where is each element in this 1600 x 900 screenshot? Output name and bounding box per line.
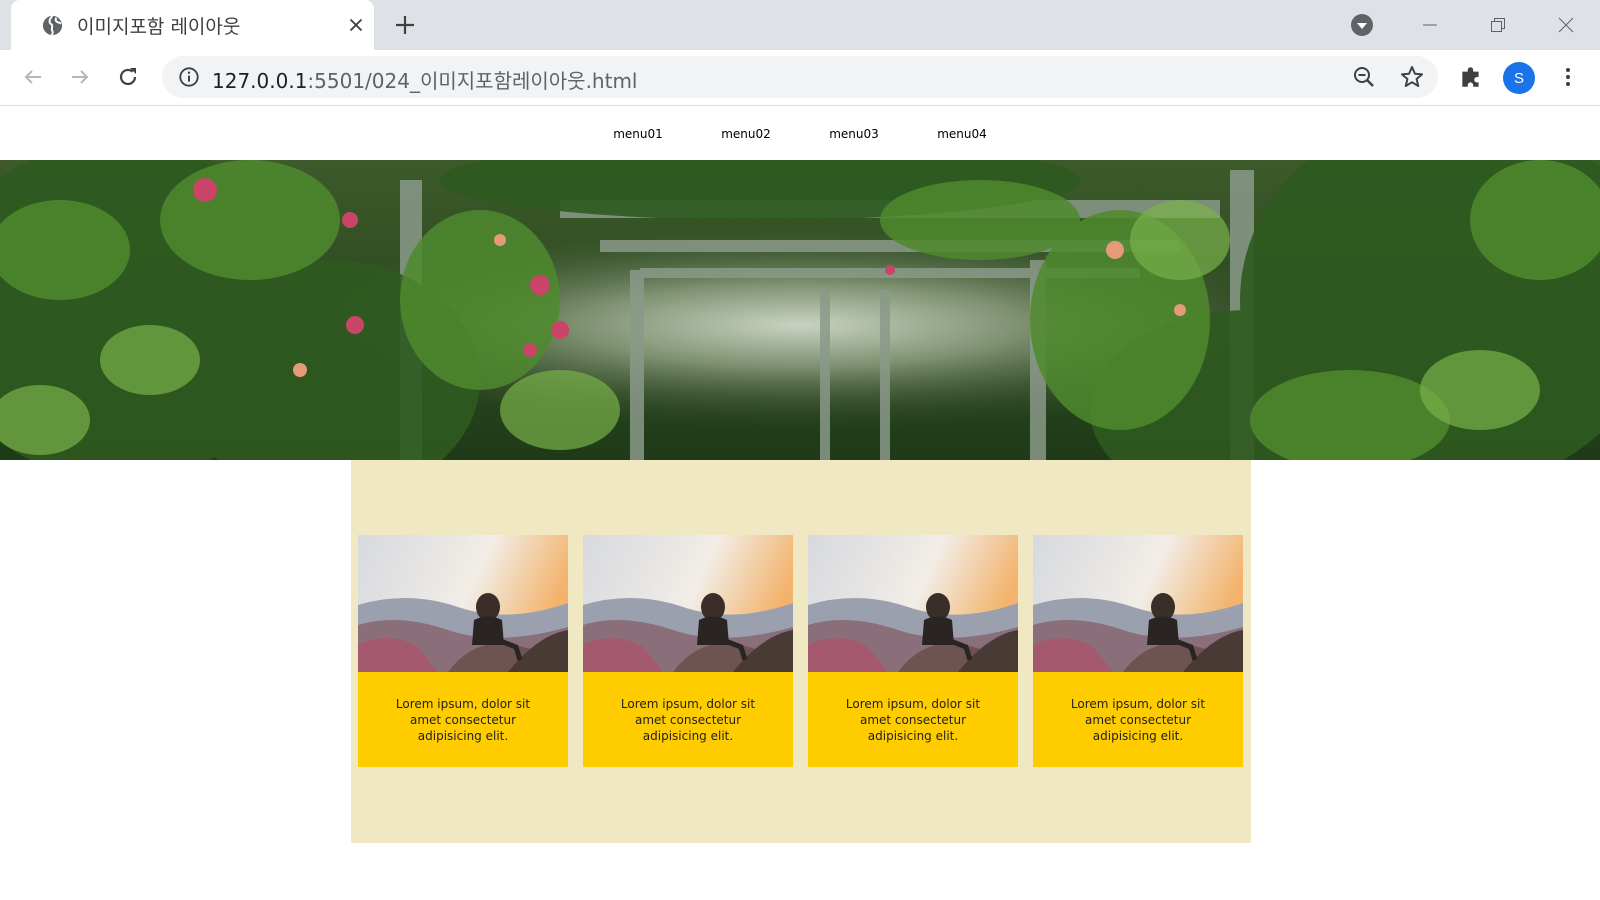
card-text: Lorem ipsum, dolor sit amet consectetur … [1033,672,1243,767]
card-image [1033,535,1243,672]
card-1[interactable]: Lorem ipsum, dolor sit amet consectetur … [358,535,568,767]
page-viewport: menu01 menu02 menu03 menu04 Lorem ipsum,… [0,107,1600,900]
browser-toolbar: 127.0.0.1:5501/024_이미지포함레이아웃.html S [0,50,1600,106]
restore-button[interactable] [1478,10,1518,40]
close-icon[interactable] [345,14,367,36]
menu-item-1[interactable]: menu01 [584,127,692,141]
top-menu: menu01 menu02 menu03 menu04 [0,107,1600,160]
card-text: Lorem ipsum, dolor sit amet consectetur … [358,672,568,767]
arrow-right-icon [72,70,89,84]
menu-item-3[interactable]: menu03 [800,127,908,141]
card-2[interactable]: Lorem ipsum, dolor sit amet consectetur … [583,535,793,767]
card-image [583,535,793,672]
close-window-icon [1558,17,1574,33]
card-text: Lorem ipsum, dolor sit amet consectetur … [808,672,1018,767]
url-host: 127.0.0.1 [212,69,308,93]
menu-item-4[interactable]: menu04 [908,127,1016,141]
reload-icon [119,68,137,86]
address-bar[interactable]: 127.0.0.1:5501/024_이미지포함레이아웃.html [162,56,1438,98]
globe-icon [42,15,63,36]
menu-item-2[interactable]: menu02 [692,127,800,141]
info-icon[interactable] [178,66,200,88]
zoom-out-icon[interactable] [1352,65,1376,89]
kebab-icon[interactable] [1556,65,1580,89]
minimize-icon [1423,24,1437,26]
arrow-left-icon [24,70,41,84]
forward-button[interactable] [65,62,95,92]
minimize-button[interactable] [1410,10,1450,40]
plus-icon[interactable] [393,13,417,37]
url-path: :5501/024_이미지포함레이아웃.html [307,69,638,93]
tab-title: 이미지포함 레이아웃 [77,16,241,38]
reload-button[interactable] [113,62,143,92]
restore-icon [1491,18,1505,32]
star-icon[interactable] [1399,64,1425,90]
card-text: Lorem ipsum, dolor sit amet consectetur … [583,672,793,767]
browser-tab[interactable]: 이미지포함 레이아웃 [11,0,374,50]
close-window-button[interactable] [1546,10,1586,40]
url-text[interactable]: 127.0.0.1:5501/024_이미지포함레이아웃.html [212,65,638,94]
card-4[interactable]: Lorem ipsum, dolor sit amet consectetur … [1033,535,1243,767]
tab-strip: 이미지포함 레이아웃 [0,0,1600,50]
card-image [808,535,1018,672]
card-image [358,535,568,672]
chevron-down-icon[interactable] [1350,13,1374,37]
back-button[interactable] [18,62,48,92]
avatar[interactable]: S [1503,62,1535,94]
puzzle-icon[interactable] [1458,64,1484,90]
card-3[interactable]: Lorem ipsum, dolor sit amet consectetur … [808,535,1018,767]
content-area: Lorem ipsum, dolor sit amet consectetur … [351,460,1251,843]
banner-image [0,160,1600,460]
